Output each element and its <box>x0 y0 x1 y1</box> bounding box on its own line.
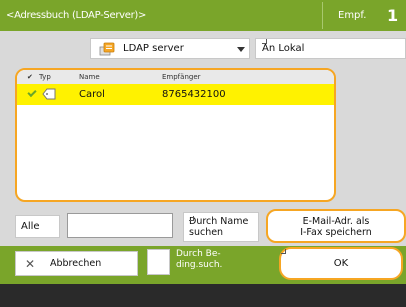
type-column-header[interactable]: Typ <box>39 70 51 84</box>
recipient-column-header[interactable]: Empfänger <box>162 70 201 84</box>
search-input[interactable] <box>67 213 173 238</box>
header-bar: <Adressbuch (LDAP-Server)> Empf. 1 <box>0 0 406 31</box>
search-by-name-line2: suchen <box>189 227 224 238</box>
search-by-name-button[interactable]: Durch Name suchen <box>183 212 259 242</box>
row-recipient: 8765432100 <box>162 89 226 100</box>
check-column-header: ✔ <box>27 73 33 81</box>
all-filter-button[interactable]: Alle <box>15 215 60 238</box>
recipient-label[interactable]: Empf. <box>338 0 366 31</box>
save-email-as-ifax-button[interactable]: E-Mail-Adr. als I-Fax speichern <box>266 209 406 243</box>
corner-arrow-icon <box>189 216 194 221</box>
header-divider <box>322 2 323 29</box>
save-email-label: E-Mail-Adr. als I-Fax speichern <box>268 216 404 238</box>
list-item[interactable]: Carol 8765432100 <box>17 84 334 105</box>
search-by-condition-checkbox[interactable] <box>147 249 170 275</box>
row-name: Carol <box>79 89 105 100</box>
search-by-condition-line1: Durch Be- <box>176 249 221 259</box>
corner-arrow-icon <box>262 39 267 44</box>
recipient-count: 1 <box>387 6 399 25</box>
ok-button[interactable]: OK <box>279 247 403 280</box>
save-email-line2: I-Fax speichern <box>300 227 372 238</box>
list-header: ✔ Typ Name Empfänger <box>17 70 334 84</box>
save-email-line1: E-Mail-Adr. als <box>302 216 370 227</box>
to-local-button[interactable]: An Lokal <box>255 38 406 59</box>
source-dropdown[interactable]: LDAP server <box>90 38 250 59</box>
close-icon: ✕ <box>25 257 36 271</box>
chevron-down-icon <box>237 47 245 52</box>
database-icon <box>99 42 115 56</box>
search-by-name-line1: Durch Name <box>189 216 249 227</box>
search-by-condition-line2: ding.such. <box>176 260 223 270</box>
ok-label: OK <box>333 258 349 269</box>
address-list[interactable]: ✔ Typ Name Empfänger Carol 8765432100 <box>15 68 336 202</box>
checkmark-icon <box>27 87 37 98</box>
search-by-condition-label[interactable]: Durch Be- ding.such. <box>176 249 222 271</box>
to-local-label: An Lokal <box>262 43 305 54</box>
page-title: <Adressbuch (LDAP-Server)> <box>6 10 147 21</box>
name-column-header[interactable]: Name <box>79 70 100 84</box>
screen: <Adressbuch (LDAP-Server)> Empf. 1 LDAP … <box>0 0 406 307</box>
cancel-label: Abbrechen <box>50 258 102 269</box>
all-filter-label: Alle <box>21 221 40 232</box>
bottom-bar <box>0 284 406 307</box>
search-by-name-label: Durch Name suchen <box>189 216 248 238</box>
source-dropdown-label: LDAP server <box>123 43 184 54</box>
corner-arrow-icon <box>281 249 286 254</box>
email-tag-icon <box>42 88 56 100</box>
cancel-button[interactable]: ✕ Abbrechen <box>15 251 138 276</box>
